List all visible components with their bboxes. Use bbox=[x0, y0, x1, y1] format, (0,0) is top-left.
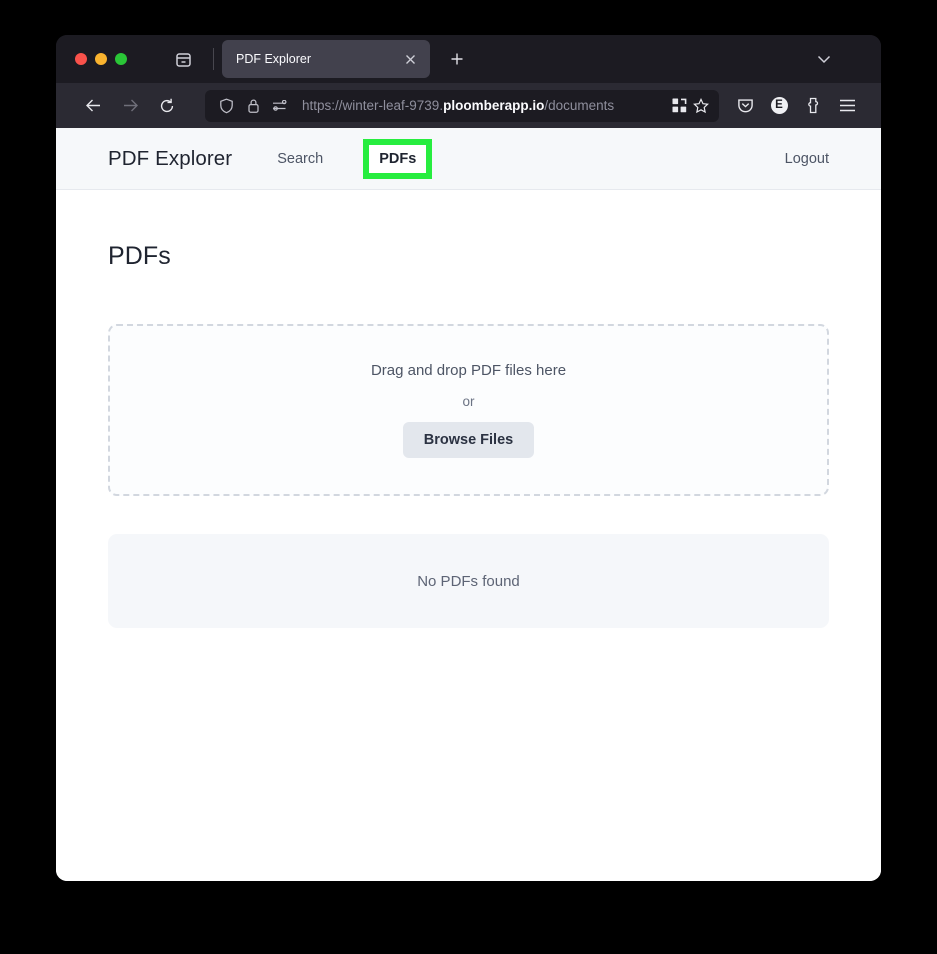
forward-arrow-icon[interactable] bbox=[114, 90, 146, 122]
web-page: PDF Explorer Search PDFs Logout PDFs Dra… bbox=[56, 128, 881, 881]
url-prefix: https://winter-leaf-9739. bbox=[302, 98, 444, 113]
extensions-icon[interactable] bbox=[797, 90, 829, 122]
pdf-dropzone[interactable]: Drag and drop PDF files here or Browse F… bbox=[108, 324, 829, 496]
browser-nav-toolbar: https://winter-leaf-9739.ploomberapp.io/… bbox=[56, 83, 881, 128]
app-nav-links: Search PDFs bbox=[265, 138, 433, 179]
account-label: E bbox=[770, 97, 788, 114]
nav-item-pdfs[interactable]: PDFs bbox=[363, 138, 433, 179]
chevron-down-icon[interactable] bbox=[813, 48, 835, 70]
empty-state-message: No PDFs found bbox=[417, 572, 520, 590]
url-address-bar[interactable]: https://winter-leaf-9739.ploomberapp.io/… bbox=[205, 89, 719, 122]
pdf-list-empty-panel: No PDFs found bbox=[108, 534, 829, 628]
browser-tab-strip: PDF Explorer bbox=[56, 35, 881, 83]
url-host: ploomberapp.io bbox=[443, 98, 545, 113]
url-text: https://winter-leaf-9739.ploomberapp.io/… bbox=[302, 98, 672, 113]
browser-tab[interactable]: PDF Explorer bbox=[222, 40, 430, 78]
close-icon[interactable] bbox=[399, 48, 421, 70]
window-maximize-button[interactable] bbox=[115, 53, 127, 65]
nav-item-search[interactable]: Search bbox=[265, 145, 335, 173]
permissions-icon[interactable] bbox=[270, 96, 290, 116]
browse-files-button[interactable]: Browse Files bbox=[402, 421, 535, 459]
back-arrow-icon[interactable] bbox=[77, 90, 109, 122]
window-close-button[interactable] bbox=[75, 53, 87, 65]
browser-toolbar-actions: E bbox=[729, 90, 871, 122]
lock-icon[interactable] bbox=[243, 96, 263, 116]
reload-icon[interactable] bbox=[151, 90, 183, 122]
urlbar-actions bbox=[672, 97, 709, 114]
tab-strip-divider bbox=[213, 48, 214, 70]
star-icon[interactable] bbox=[693, 97, 709, 114]
window-minimize-button[interactable] bbox=[95, 53, 107, 65]
browser-window: PDF Explorer https://winter-leaf-9739.pl… bbox=[56, 35, 881, 881]
app-brand[interactable]: PDF Explorer bbox=[108, 147, 232, 171]
new-tab-button[interactable] bbox=[444, 46, 470, 72]
tab-list-icon[interactable] bbox=[171, 47, 195, 71]
hamburger-menu-icon[interactable] bbox=[831, 90, 863, 122]
page-content: PDFs Drag and drop PDF files here or Bro… bbox=[56, 190, 881, 881]
dropzone-primary-text: Drag and drop PDF files here bbox=[370, 361, 567, 379]
url-path: /documents bbox=[544, 98, 615, 113]
browser-tab-title: PDF Explorer bbox=[236, 52, 312, 66]
qr-code-icon[interactable] bbox=[672, 98, 687, 113]
logout-link[interactable]: Logout bbox=[785, 151, 829, 167]
shield-icon[interactable] bbox=[216, 96, 236, 116]
app-navbar: PDF Explorer Search PDFs Logout bbox=[56, 128, 881, 190]
account-avatar[interactable]: E bbox=[763, 90, 795, 122]
dropzone-or-text: or bbox=[462, 393, 475, 409]
page-title: PDFs bbox=[108, 242, 171, 270]
pocket-icon[interactable] bbox=[729, 90, 761, 122]
window-traffic-lights bbox=[68, 53, 127, 65]
